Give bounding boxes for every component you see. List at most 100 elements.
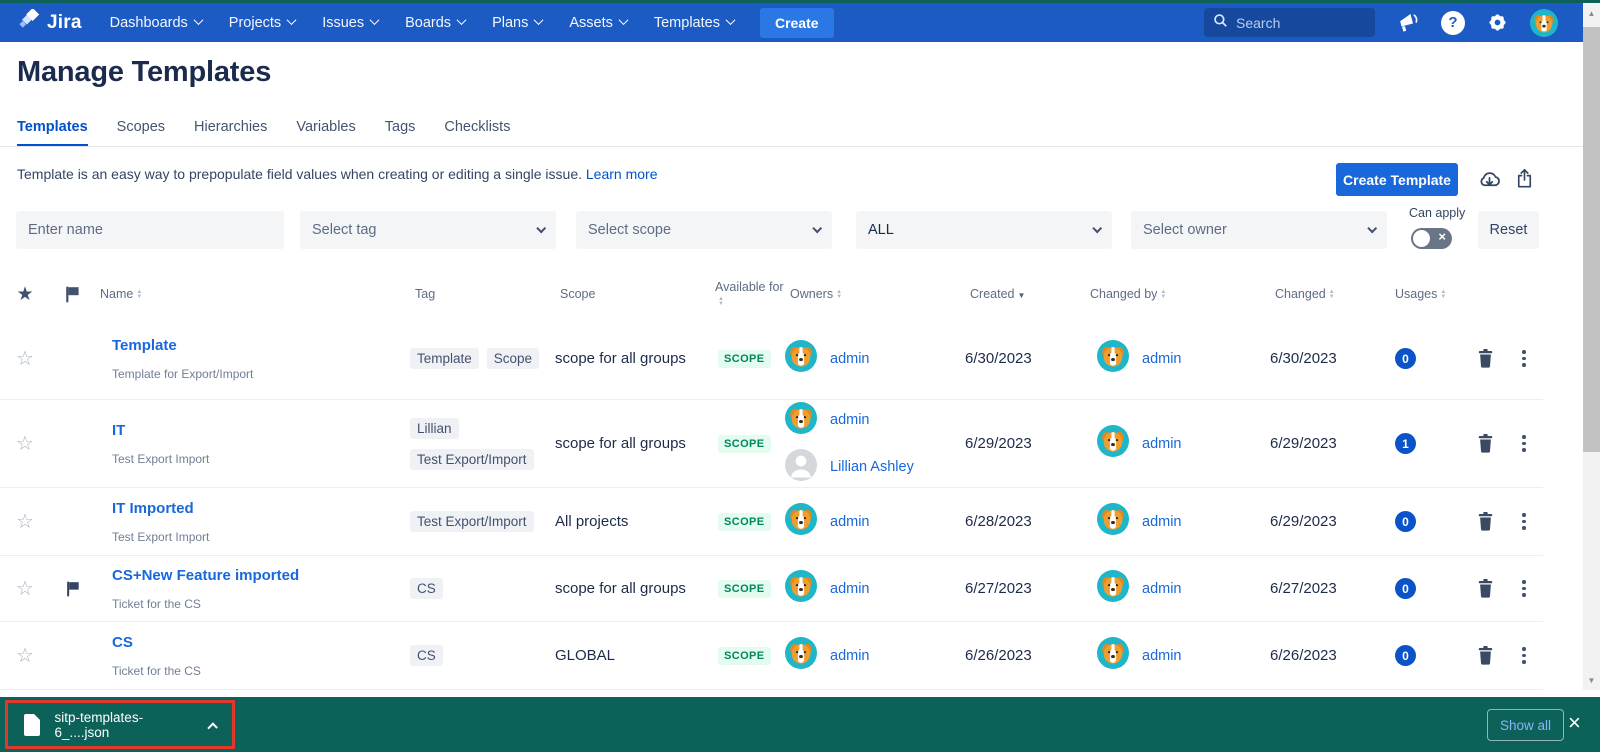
search-box[interactable] (1204, 8, 1375, 37)
created-date: 6/27/2023 (965, 580, 1085, 597)
search-input[interactable] (1236, 15, 1356, 31)
close-download-bar-icon[interactable]: × (1568, 708, 1581, 738)
available-for-cell: SCOPE (710, 646, 785, 665)
changed-by-link[interactable]: admin (1142, 514, 1182, 530)
table-row: ☆CS+New Feature importedTicket for the C… (0, 556, 1543, 622)
owner-link[interactable]: Lillian Ashley (830, 459, 914, 475)
import-cloud-icon[interactable] (1477, 167, 1502, 197)
column-header-label: Scope (560, 287, 595, 301)
template-name-link[interactable]: IT (112, 422, 410, 439)
star-icon[interactable]: ☆ (0, 431, 50, 456)
scrollbar-thumb[interactable] (1583, 27, 1600, 452)
scrollbar-up-arrow[interactable]: ▲ (1583, 5, 1600, 21)
tab-scopes[interactable]: Scopes (117, 119, 165, 147)
owner-link[interactable]: admin (830, 514, 870, 530)
flag-icon[interactable] (50, 581, 95, 597)
owner-filter-select[interactable]: Select owner (1131, 211, 1387, 249)
announcements-icon[interactable] (1396, 11, 1420, 35)
settings-gear-icon[interactable] (1486, 11, 1509, 34)
reset-button[interactable]: Reset (1478, 211, 1539, 249)
delete-trash-icon[interactable] (1476, 511, 1495, 532)
changed-by-link[interactable]: admin (1142, 351, 1182, 367)
toggle-knob (1413, 230, 1430, 247)
star-icon[interactable]: ☆ (0, 509, 50, 534)
show-all-downloads-button[interactable]: Show all (1487, 709, 1564, 741)
column-header-name[interactable]: Name▲▼ (95, 287, 410, 301)
nav-item-dashboards[interactable]: Dashboards (110, 15, 202, 31)
tag-filter-select[interactable]: Select tag (300, 211, 556, 249)
user-avatar[interactable] (1530, 9, 1558, 37)
available-for-cell: SCOPE (710, 349, 785, 368)
dog-avatar-icon (785, 340, 817, 377)
chevron-down-icon (193, 15, 203, 25)
star-icon[interactable]: ☆ (0, 346, 50, 371)
changed-by-link[interactable]: admin (1142, 436, 1182, 452)
header-flag-icon[interactable] (50, 286, 95, 303)
scrollbar-down-arrow[interactable]: ▼ (1583, 672, 1600, 688)
kebab-menu-icon[interactable] (1520, 645, 1528, 666)
owner-link[interactable]: admin (830, 351, 870, 367)
kebab-menu-icon[interactable] (1520, 433, 1528, 454)
column-header-created[interactable]: Created▼ (965, 287, 1085, 301)
template-name-link[interactable]: Template (112, 337, 410, 354)
nav-item-issues[interactable]: Issues (322, 15, 378, 31)
tab-tags[interactable]: Tags (385, 119, 416, 147)
usages-count-badge: 0 (1395, 348, 1416, 369)
kebab-menu-icon[interactable] (1520, 511, 1528, 532)
tab-hierarchies[interactable]: Hierarchies (194, 119, 267, 147)
can-apply-toggle[interactable]: × (1411, 228, 1452, 249)
column-header-owners[interactable]: Owners▲▼ (785, 287, 965, 301)
vertical-scrollbar[interactable]: ▲ ▼ (1583, 3, 1600, 690)
scope-filter-select[interactable]: Select scope (576, 211, 832, 249)
tab-variables[interactable]: Variables (296, 119, 355, 147)
can-apply-label: Can apply (1409, 206, 1465, 220)
create-template-button[interactable]: Create Template (1336, 163, 1458, 196)
owner-link[interactable]: admin (830, 648, 870, 664)
template-name-link[interactable]: CS (112, 634, 410, 651)
scope-badge: SCOPE (718, 513, 771, 531)
changed-by-link[interactable]: admin (1142, 581, 1182, 597)
nav-item-templates[interactable]: Templates (654, 15, 734, 31)
tab-templates[interactable]: Templates (17, 119, 88, 147)
nav-item-assets[interactable]: Assets (569, 15, 627, 31)
changed-by-link[interactable]: admin (1142, 648, 1182, 664)
template-name-link[interactable]: CS+New Feature imported (112, 567, 410, 584)
type-filter-select[interactable]: ALL (856, 211, 1112, 249)
tag-chips-cell: Test Export/Import (410, 511, 555, 532)
owner-link[interactable]: admin (830, 581, 870, 597)
nav-item-boards[interactable]: Boards (405, 15, 465, 31)
nav-item-projects[interactable]: Projects (229, 15, 295, 31)
delete-trash-icon[interactable] (1476, 578, 1495, 599)
create-button[interactable]: Create (760, 8, 834, 38)
jira-logo[interactable]: Jira (18, 9, 82, 36)
header-star-icon[interactable]: ★ (0, 283, 50, 306)
column-header-label: Owners (790, 287, 833, 301)
learn-more-link[interactable]: Learn more (586, 166, 658, 182)
name-filter[interactable] (16, 211, 284, 249)
tab-checklists[interactable]: Checklists (444, 119, 510, 147)
owner-link[interactable]: admin (830, 412, 870, 428)
star-icon[interactable]: ☆ (0, 643, 50, 668)
nav-item-plans[interactable]: Plans (492, 15, 542, 31)
name-filter-input[interactable] (28, 222, 272, 238)
export-share-icon[interactable] (1513, 167, 1536, 195)
column-header-available-for[interactable]: Available for▲▼ (710, 280, 785, 308)
downloaded-file-chip[interactable]: sitp-templates-6_....json (5, 700, 235, 749)
tag-chip: Template (410, 348, 479, 369)
usages-cell: 1 (1390, 433, 1460, 454)
kebab-menu-icon[interactable] (1520, 348, 1528, 369)
help-icon[interactable]: ? (1441, 11, 1465, 35)
template-name-link[interactable]: IT Imported (112, 500, 410, 517)
chevron-down-icon (618, 15, 628, 25)
column-header-changed-by[interactable]: Changed by▲▼ (1085, 287, 1270, 301)
delete-trash-icon[interactable] (1476, 348, 1495, 369)
tab-bar: Templates Scopes Hierarchies Variables Tags C… (17, 119, 510, 147)
changed-by-cell: admin (1085, 570, 1270, 607)
delete-trash-icon[interactable] (1476, 433, 1495, 454)
column-header-usages[interactable]: Usages▲▼ (1390, 287, 1460, 301)
chevron-up-icon[interactable] (207, 722, 218, 733)
delete-trash-icon[interactable] (1476, 645, 1495, 666)
star-icon[interactable]: ☆ (0, 576, 50, 601)
kebab-menu-icon[interactable] (1520, 578, 1528, 599)
column-header-changed[interactable]: Changed▲▼ (1270, 287, 1390, 301)
